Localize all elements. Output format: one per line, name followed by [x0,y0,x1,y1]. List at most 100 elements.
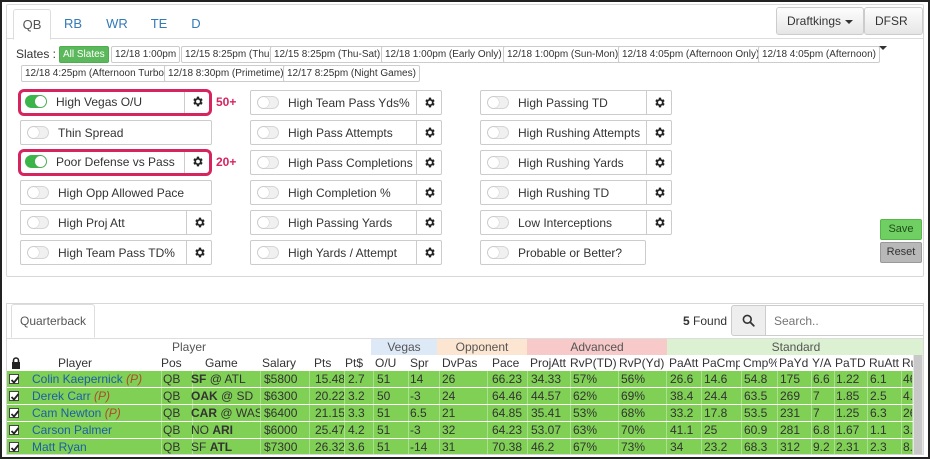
col-pos[interactable]: Pos [161,355,191,371]
filter-settings-button[interactable] [646,121,672,144]
toggle-switch[interactable] [487,246,509,259]
player-name[interactable]: Derek Carr (P) [32,388,162,404]
tab-rb[interactable]: RB [53,9,93,40]
col-ya[interactable]: Y/A [812,355,834,371]
slate-option[interactable]: 12/17 8:25pm (Night Games) [283,65,420,82]
site-dropdown[interactable]: Draftkings [776,7,865,35]
scrollbar-thumb[interactable] [914,355,922,454]
tab-wr[interactable]: WR [95,9,139,40]
lock-checkbox[interactable] [9,391,20,401]
player-name[interactable]: Matt Ryan [32,439,162,454]
source-dropdown[interactable]: DFSR [864,7,923,50]
slate-all[interactable]: All Slates [59,46,109,63]
col-payd[interactable]: PaYd [779,355,809,371]
lock-checkbox[interactable] [9,408,20,418]
tab-qb[interactable]: QB [13,9,51,40]
toggle-switch[interactable] [25,155,47,168]
lock-checkbox[interactable] [9,425,20,435]
lock-checkbox[interactable] [9,374,20,384]
col-pt-dollar[interactable]: Pt$ [345,355,371,371]
col-ruyd[interactable]: RuYd [902,355,913,371]
col-salary[interactable]: Salary [262,355,308,371]
toggle-switch[interactable] [25,95,47,108]
filter-settings-button[interactable] [416,121,442,144]
save-button[interactable]: Save [880,219,922,240]
filter-settings-button[interactable] [184,152,210,173]
slate-option[interactable]: 12/15 8:25pm (Thu) [181,46,277,63]
toggle-switch[interactable] [27,246,49,259]
col-rvp-td[interactable]: RvP(TD) [570,355,618,371]
table-row[interactable]: Cam Newton (P) QB CAR @ WAS $6400 21.15 3.3 51… [7,405,913,421]
tab-quarterback[interactable]: Quarterback [11,304,95,338]
player-name-link[interactable]: Cam Newton [32,406,101,420]
player-name-link[interactable]: Colin Kaepernick [32,372,123,386]
toggle-switch[interactable] [27,216,49,229]
filter-settings-button[interactable] [646,151,672,174]
col-pts[interactable]: Pts [314,355,340,371]
table-row[interactable]: Colin Kaepernick (P) QB SF @ ATL $5800 15.48… [7,371,913,387]
table-row[interactable]: Derek Carr (P) QB OAK @ SD $6300 20.22 3.2 50-… [7,388,913,404]
col-ou[interactable]: O/U [375,355,405,371]
player-name-link[interactable]: Derek Carr [32,389,91,403]
slate-option[interactable]: 12/18 8:30pm (Primetime) [164,65,288,82]
col-pacmp[interactable]: PaCmp [702,355,740,371]
toggle-switch[interactable] [257,126,279,139]
filter-settings-button[interactable] [646,211,672,234]
toggle-switch[interactable] [27,126,49,139]
slate-option[interactable]: 12/18 1:00pm (Early Only) [381,46,506,63]
player-name[interactable]: Colin Kaepernick (P) [32,371,162,387]
table-row[interactable]: Matt Ryan QB SF ATL $7300 26.32 3.6 51 -14 31 70.… [7,439,913,454]
col-projatt[interactable]: ProjAtt [530,355,572,371]
search-button[interactable] [731,305,765,336]
col-spr[interactable]: Spr [410,355,436,371]
player-name-link[interactable]: Matt Ryan [32,440,87,454]
filter-settings-button[interactable] [646,91,672,114]
slate-option[interactable]: 12/18 1:00pm [111,46,181,63]
reset-button[interactable]: Reset [880,242,922,263]
col-pace[interactable]: Pace [492,355,526,371]
col-paatt[interactable]: PaAtt [669,355,701,371]
filter-settings-button[interactable] [646,181,672,204]
toggle-switch[interactable] [257,186,279,199]
col-cmp-pct[interactable]: Cmp% [743,355,777,371]
slate-option[interactable]: 12/18 4:05pm (Afternoon) [758,46,880,63]
toggle-switch[interactable] [487,216,509,229]
toggle-switch[interactable] [257,96,279,109]
toggle-switch[interactable] [487,156,509,169]
col-ruatt[interactable]: RuAtt [869,355,901,371]
slate-option[interactable]: 12/18 4:25pm (Afternoon Turbo) [21,65,172,82]
col-rvp-yd[interactable]: RvP(Yd) [619,355,667,371]
filter-settings-button[interactable] [416,211,442,234]
cell-pace: 70.38 [492,439,528,454]
filter-settings-button[interactable] [184,92,210,113]
tab-d[interactable]: D [181,9,211,40]
filter-settings-button[interactable] [186,241,212,264]
filter-settings-button[interactable] [186,211,212,234]
col-dvpas[interactable]: DvPas [442,355,480,371]
filter-settings-button[interactable] [416,181,442,204]
player-name[interactable]: Cam Newton (P) [32,405,162,421]
slate-option[interactable]: 12/18 1:00pm (Sun-Mon) [503,46,623,63]
toggle-switch[interactable] [257,156,279,169]
toggle-switch[interactable] [257,246,279,259]
tab-te[interactable]: TE [141,9,177,40]
player-name[interactable]: Carson Palmer [32,422,162,438]
toggle-switch[interactable] [27,186,49,199]
search-input[interactable] [765,305,923,336]
toggle-switch[interactable] [487,96,509,109]
col-patd[interactable]: PaTD [835,355,865,371]
lock-checkbox[interactable] [9,442,20,452]
col-player[interactable]: Player [58,355,158,371]
player-name-link[interactable]: Carson Palmer [32,423,112,437]
slate-option[interactable]: 12/15 8:25pm (Thu-Sat) [270,46,385,63]
filter-settings-button[interactable] [416,151,442,174]
filter-settings-button[interactable] [416,91,442,114]
table-row[interactable]: Carson Palmer QB NO ARI $6000 25.47 4.2 51 -3 32… [7,422,913,438]
toggle-switch[interactable] [487,186,509,199]
toggle-switch[interactable] [257,216,279,229]
col-game[interactable]: Game [205,355,255,371]
filter-settings-button[interactable] [416,241,442,264]
vertical-scrollbar[interactable] [913,355,923,454]
toggle-switch[interactable] [487,126,509,139]
slate-option[interactable]: 12/18 4:05pm (Afternoon Only) [618,46,764,63]
